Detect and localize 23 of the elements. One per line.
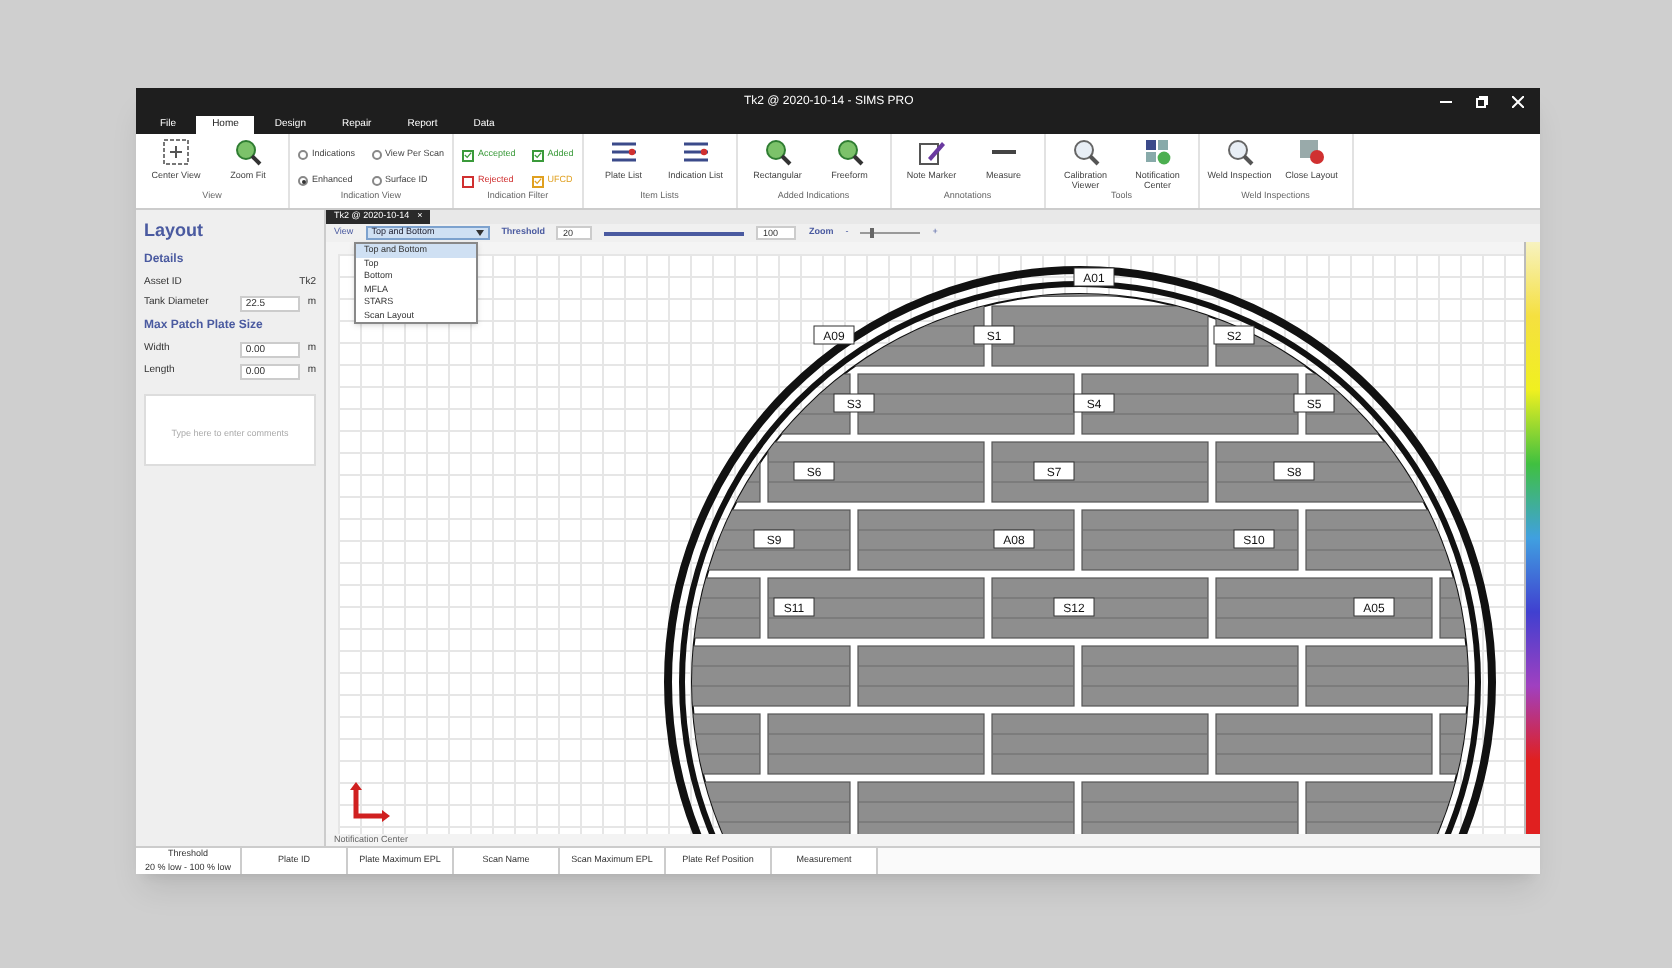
checkbox[interactable]: [531, 175, 544, 188]
list-icon: [681, 138, 710, 166]
panel-title: Layout: [144, 218, 206, 244]
magnifier-icon: [763, 138, 792, 166]
search-icon: [1225, 138, 1254, 166]
axes-icon: [350, 782, 390, 822]
checkbox[interactable]: [531, 149, 544, 162]
search-icon: [1071, 138, 1100, 166]
restore-icon[interactable]: [1476, 96, 1488, 108]
checkbox[interactable]: [461, 149, 474, 162]
minimize-icon[interactable]: [1440, 96, 1452, 108]
list-icon: [609, 138, 638, 166]
caret-icon: [475, 230, 484, 236]
magnifier-icon: [835, 138, 864, 166]
radio-button[interactable]: [371, 176, 382, 187]
radio-button[interactable]: [298, 176, 308, 187]
checkbox[interactable]: [461, 175, 474, 188]
magnifier-icon: [234, 138, 262, 166]
radio-button[interactable]: [298, 150, 308, 161]
zoom-slider-thumb[interactable]: [869, 228, 874, 238]
radio-button[interactable]: [371, 150, 382, 161]
crosshair-icon: [162, 138, 190, 166]
grid-icon: [1143, 138, 1172, 166]
